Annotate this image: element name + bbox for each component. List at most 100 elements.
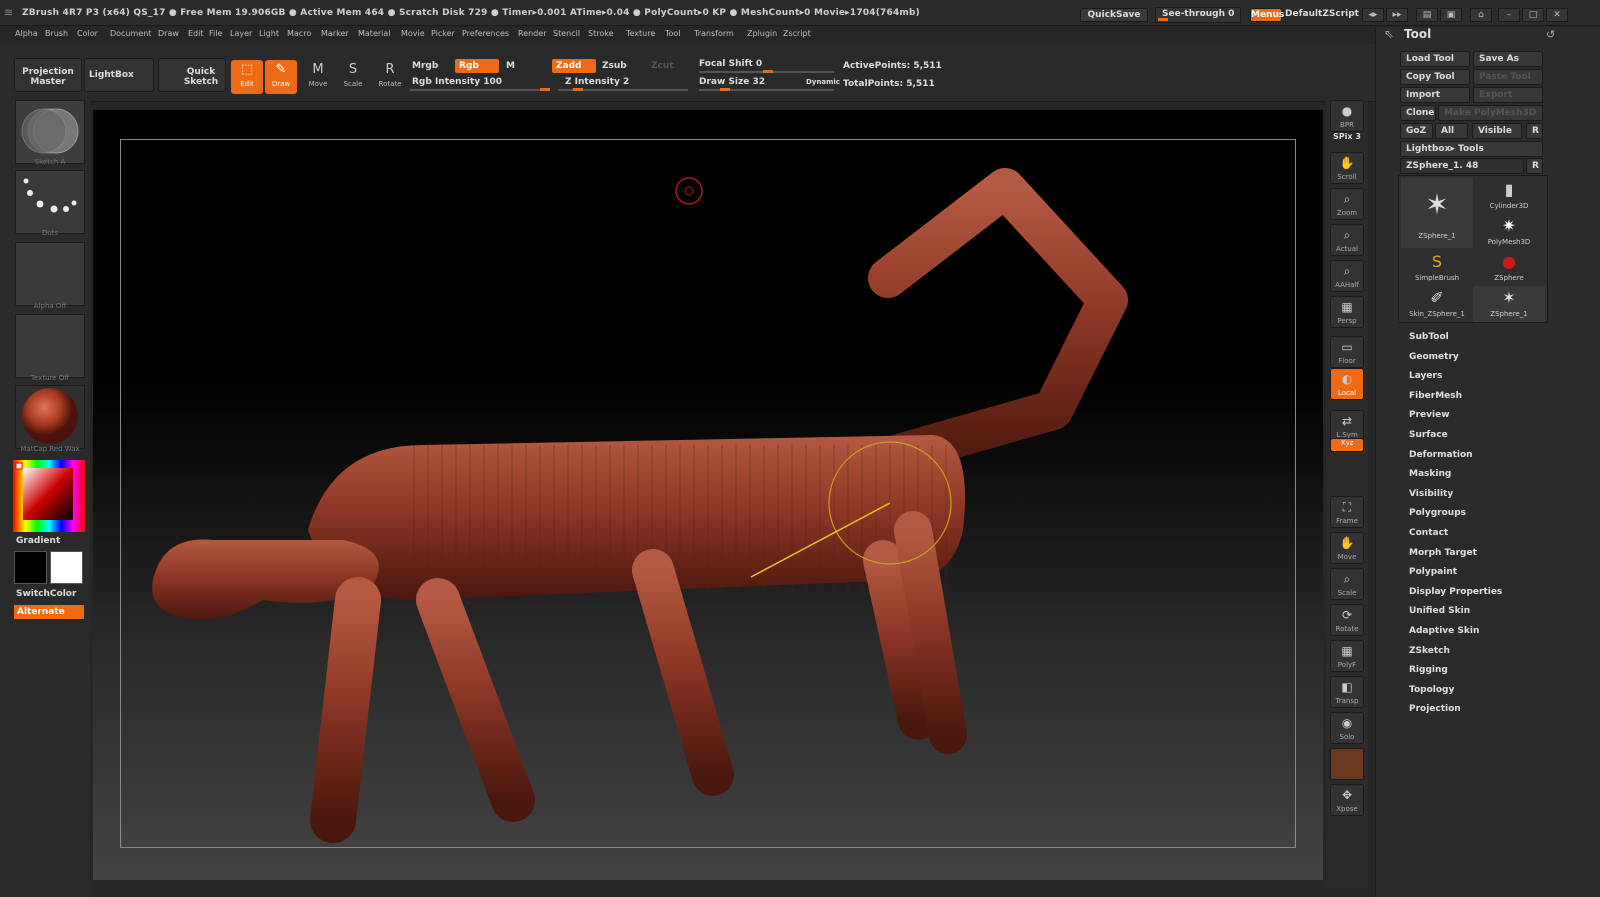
menu-movie[interactable]: Movie <box>401 29 425 38</box>
menu-transform[interactable]: Transform <box>694 29 734 38</box>
quicksave-button[interactable]: QuickSave <box>1080 8 1148 22</box>
section-morph-target[interactable]: Morph Target <box>1409 548 1477 558</box>
m-button[interactable]: M <box>502 59 542 73</box>
rshelf-polyf-button[interactable]: ▦ PolyF <box>1330 640 1364 672</box>
draw-size-knob[interactable] <box>720 88 730 91</box>
menu-light[interactable]: Light <box>259 29 279 38</box>
section-projection[interactable]: Projection <box>1409 704 1461 714</box>
quick-sketch-button[interactable]: Quick Sketch <box>158 58 226 92</box>
zsub-button[interactable]: Zsub <box>598 59 642 73</box>
section-layers[interactable]: Layers <box>1409 371 1442 381</box>
texture-selector[interactable] <box>15 314 85 378</box>
rshelf-persp-button[interactable]: ▦ Persp <box>1330 296 1364 328</box>
color-picker[interactable] <box>13 460 85 532</box>
brush-selector[interactable] <box>15 100 85 164</box>
export-button[interactable]: Export <box>1473 87 1543 103</box>
menu-alpha[interactable]: Alpha <box>15 29 38 38</box>
rshelf-scale-button[interactable]: ⌕ Scale <box>1330 568 1364 600</box>
draw-mode-button[interactable]: ✎ Draw <box>265 60 297 94</box>
copy-tool-button[interactable]: Copy Tool <box>1400 69 1470 85</box>
tool-thumb-cylinder3d[interactable]: ▮ Cylinder3D <box>1473 178 1545 214</box>
load-tool-button[interactable]: Load Tool <box>1400 51 1470 67</box>
menu-zscript[interactable]: Zscript <box>783 29 811 38</box>
gradient-label[interactable]: Gradient <box>16 536 60 546</box>
rshelf-bpr-button[interactable]: ● BPR <box>1330 100 1364 132</box>
secondary-color-swatch[interactable] <box>14 551 47 584</box>
draw-size-slider[interactable]: Draw Size 32 <box>699 75 765 89</box>
menu-brush[interactable]: Brush <box>45 29 68 38</box>
menu-marker[interactable]: Marker <box>321 29 349 38</box>
alternate-button[interactable]: Alternate <box>14 605 84 619</box>
layout-prev-icon[interactable]: ◂▸ <box>1362 8 1384 22</box>
rgb-intensity-knob[interactable] <box>540 88 550 91</box>
section-subtool[interactable]: SubTool <box>1409 332 1449 342</box>
rshelf-solo-button[interactable]: ◉ Solo <box>1330 712 1364 744</box>
document-canvas[interactable] <box>93 110 1323 880</box>
rshelf-frame-button[interactable]: ⛶ Frame <box>1330 496 1364 528</box>
rshelf-transp-button[interactable]: ◧ Transp <box>1330 676 1364 708</box>
z-intensity-slider[interactable]: Z Intensity 2 <box>565 75 629 89</box>
rshelf-move-button[interactable]: ✋ Move <box>1330 532 1364 564</box>
tool-thumb-skin-zsphere-1[interactable]: ✐ Skin_ZSphere_1 <box>1401 286 1473 322</box>
paste-tool-button[interactable]: Paste Tool <box>1473 69 1543 85</box>
section-zsketch[interactable]: ZSketch <box>1409 646 1450 656</box>
section-fibermesh[interactable]: FiberMesh <box>1409 391 1462 401</box>
default-zscript-button[interactable]: DefaultZScript <box>1285 8 1359 22</box>
tool-thumb-polymesh3d[interactable]: ✷ PolyMesh3D <box>1473 214 1545 250</box>
material-selector[interactable] <box>15 385 85 449</box>
move-mode-button[interactable]: M Move <box>302 60 334 94</box>
rshelf-floor-button[interactable]: ▭ Floor <box>1330 336 1364 368</box>
goz-button[interactable]: GoZ <box>1400 123 1433 139</box>
section-adaptive-skin[interactable]: Adaptive Skin <box>1409 626 1479 636</box>
rgb-button[interactable]: Rgb <box>455 59 499 73</box>
palette-reset-icon[interactable]: ↺ <box>1546 28 1555 41</box>
section-surface[interactable]: Surface <box>1409 430 1448 440</box>
menu-texture[interactable]: Texture <box>626 29 655 38</box>
tool-r-button[interactable]: R <box>1526 158 1543 174</box>
projection-master-button[interactable]: Projection Master <box>14 58 82 92</box>
rshelf-aahalf-button[interactable]: ⌕ AAHalf <box>1330 260 1364 292</box>
maximize-icon[interactable]: □ <box>1522 8 1544 22</box>
tool-thumb-zsphere[interactable]: ● ZSphere <box>1473 250 1545 286</box>
tool-thumb-zsphere-1[interactable]: ✶ ZSphere_1 <box>1473 286 1545 322</box>
menu-zplugin[interactable]: Zplugin <box>747 29 777 38</box>
goz-r-button[interactable]: R <box>1526 123 1543 139</box>
rshelf-zoom-button[interactable]: ⌕ Zoom <box>1330 188 1364 220</box>
ui-layout-icon[interactable]: ▤ <box>1416 8 1438 22</box>
rshelf-local-button[interactable]: ◐ Local <box>1330 368 1364 400</box>
make-polymesh-button[interactable]: Make PolyMesh3D <box>1438 105 1543 121</box>
import-button[interactable]: Import <box>1400 87 1470 103</box>
section-unified-skin[interactable]: Unified Skin <box>1409 606 1470 616</box>
menus-button[interactable]: Menus <box>1250 8 1284 22</box>
menu-stencil[interactable]: Stencil <box>553 29 580 38</box>
lightbox-tools-button[interactable]: Lightbox▸ Tools <box>1400 141 1543 157</box>
menu-draw[interactable]: Draw <box>158 29 179 38</box>
current-tool-slider[interactable]: ZSphere_1. 48 <box>1400 158 1524 174</box>
menu-color[interactable]: Color <box>77 29 98 38</box>
menu-macro[interactable]: Macro <box>287 29 311 38</box>
stroke-selector[interactable] <box>15 170 85 234</box>
goz-all-button[interactable]: All <box>1435 123 1468 139</box>
section-polygroups[interactable]: Polygroups <box>1409 508 1466 518</box>
section-geometry[interactable]: Geometry <box>1409 352 1459 362</box>
minimize-icon[interactable]: – <box>1498 8 1520 22</box>
lightbox-button[interactable]: LightBox <box>84 58 154 92</box>
rshelf-ghost-button[interactable] <box>1330 748 1364 780</box>
rshelf-xpose-button[interactable]: ✥ Xpose <box>1330 784 1364 816</box>
section-display-properties[interactable]: Display Properties <box>1409 587 1502 597</box>
see-through-slider[interactable]: See-through 0 <box>1155 7 1241 23</box>
palette-pin-icon[interactable]: ⇖ <box>1384 27 1394 41</box>
section-deformation[interactable]: Deformation <box>1409 450 1473 460</box>
menu-stroke[interactable]: Stroke <box>588 29 614 38</box>
focal-shift-slider[interactable]: Focal Shift 0 <box>699 57 762 71</box>
section-contact[interactable]: Contact <box>1409 528 1448 538</box>
dynamic-toggle[interactable]: Dynamic <box>806 75 840 89</box>
menu-edit[interactable]: Edit <box>188 29 204 38</box>
mrgb-button[interactable]: Mrgb <box>408 59 448 73</box>
zadd-button[interactable]: Zadd <box>552 59 596 73</box>
rotate-mode-button[interactable]: R Rotate <box>374 60 406 94</box>
tool-thumb-zsphere-1[interactable]: ✶ ZSphere_1 <box>1401 178 1473 248</box>
menu-render[interactable]: Render <box>518 29 546 38</box>
save-as-button[interactable]: Save As <box>1473 51 1543 67</box>
close-icon[interactable]: ✕ <box>1546 8 1568 22</box>
